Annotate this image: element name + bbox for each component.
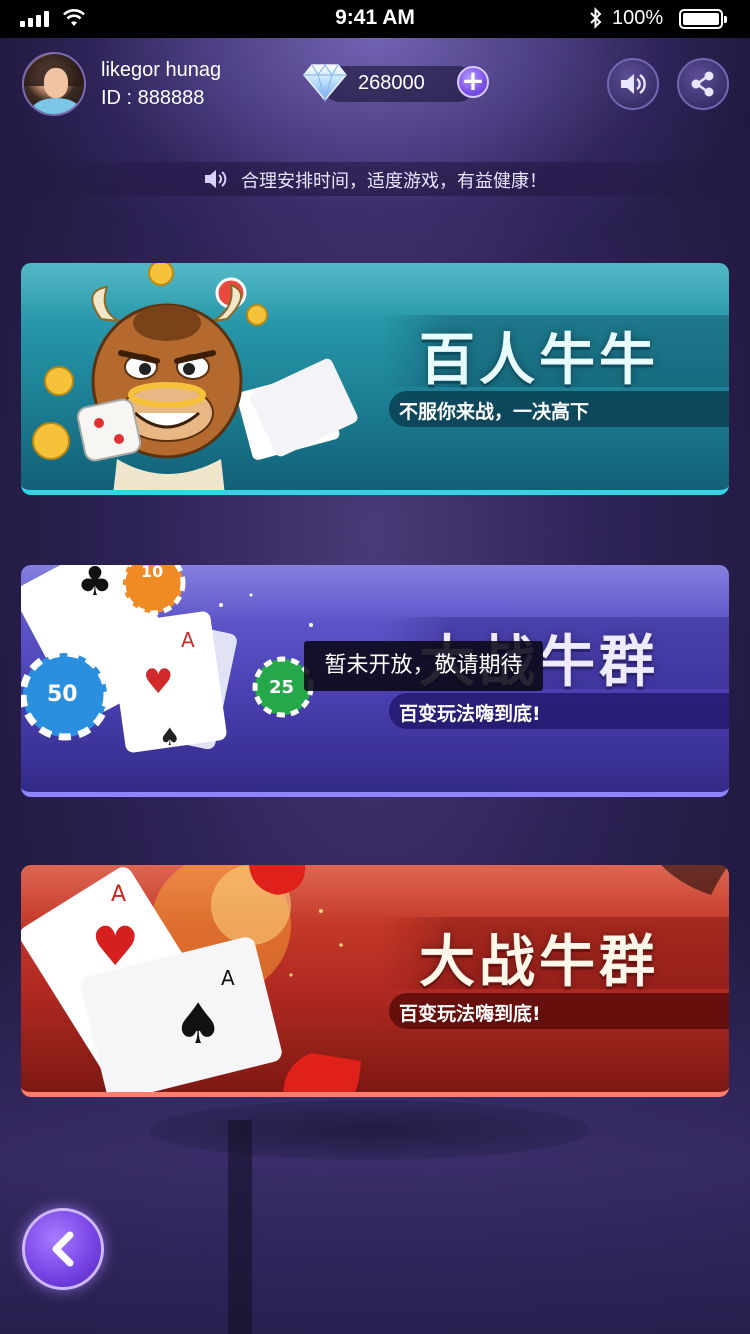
avatar-shoulder (32, 98, 80, 114)
game-subtitle: 不服你来战，一决高下 (399, 401, 590, 423)
plus-icon: + (461, 64, 485, 97)
currency-amount: 268000 (358, 72, 425, 94)
user-id: ID : 888888 (101, 87, 205, 109)
svg-text:10: 10 (141, 565, 163, 581)
bluetooth-icon (590, 7, 602, 29)
speaker-icon (205, 170, 227, 188)
svg-text:♣: ♣ (77, 565, 113, 605)
svg-text:♠: ♠ (173, 992, 223, 1057)
coming-soon-toast: 暂未开放，敬请期待 (304, 641, 543, 691)
battery-fill (683, 13, 719, 25)
background-stool (150, 1100, 590, 1160)
diamond-icon (303, 63, 347, 102)
game-subtitle: 百变玩法嗨到底! (399, 703, 541, 725)
game-title: 百人牛牛 (419, 328, 659, 393)
status-bar: 9:41 AM 100% (0, 0, 750, 38)
svg-text:50: 50 (47, 682, 78, 707)
svg-text:♠: ♠ (159, 723, 181, 751)
background-stool-pole (228, 1120, 252, 1334)
game-subtitle: 百变玩法嗨到底! (399, 1003, 541, 1025)
game-title: 大战牛群 (419, 930, 659, 995)
share-icon (691, 71, 714, 97)
svg-text:A: A (221, 966, 235, 990)
bull-mascot-illustration (32, 263, 358, 490)
svg-text:♥: ♥ (143, 662, 173, 702)
svg-text:25: 25 (269, 677, 294, 698)
sound-button[interactable] (607, 58, 659, 110)
svg-text:A: A (181, 628, 195, 652)
speaker-icon (621, 74, 646, 94)
notice-bar: 合理安排时间，适度游戏，有益健康！ (0, 162, 750, 196)
battery-percentage: 100% (612, 7, 664, 29)
avatar[interactable] (22, 52, 86, 116)
share-button[interactable] (677, 58, 729, 110)
add-currency-button[interactable]: + (457, 66, 489, 98)
notice-text: 合理安排时间，适度游戏，有益健康！ (241, 171, 547, 192)
game-card-bairen-niuniu[interactable]: 百人牛牛 不服你来战，一决高下 (21, 263, 729, 495)
chevron-left-icon (52, 1231, 74, 1267)
back-button[interactable] (22, 1208, 104, 1290)
game-card-dazhan-niuqun[interactable]: ♥ A ♠ A 大战牛群 百变玩法嗨到底! (21, 865, 729, 1097)
avatar-face (44, 68, 68, 98)
user-name: likegor hunag (101, 59, 222, 81)
svg-text:A: A (111, 882, 126, 907)
battery-icon (679, 9, 727, 29)
